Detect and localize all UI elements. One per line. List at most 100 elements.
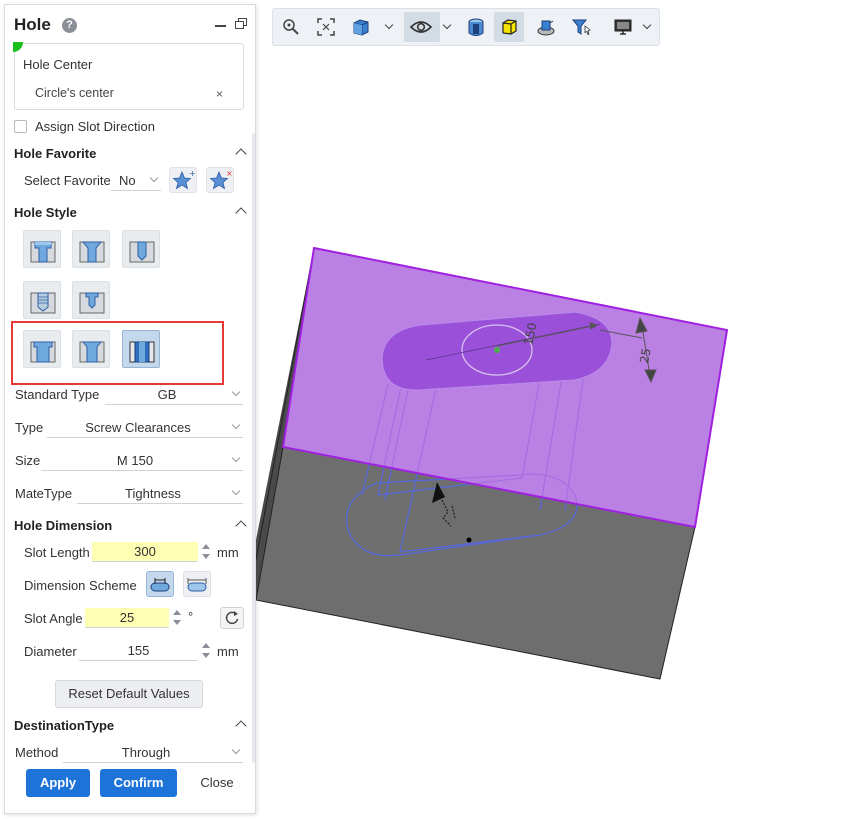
zoom-button[interactable]	[276, 12, 306, 42]
selection-filter-button[interactable]	[566, 12, 596, 42]
countersink-hole-icon	[79, 241, 105, 263]
remove-selection-icon[interactable]: ×	[216, 87, 223, 101]
scheme-center-to-center-button[interactable]	[146, 571, 174, 597]
input-value: 25	[119, 610, 135, 625]
collapse-chevron-icon[interactable]	[235, 148, 247, 160]
slot-length-label: Slot Length	[24, 545, 90, 560]
collapse-chevron-icon[interactable]	[235, 520, 247, 532]
style-slot-counterbore-button[interactable]	[23, 330, 61, 368]
chevron-down-icon	[231, 453, 241, 463]
panel-scrollbar[interactable]	[252, 133, 255, 763]
input-value: 155	[127, 643, 150, 658]
style-simple-hole-button[interactable]	[122, 230, 160, 268]
style-slot-countersink-button[interactable]	[72, 330, 110, 368]
hole-feature-panel: Hole ? Hole Center Circle's center × Ass…	[4, 4, 256, 814]
hole-display-icon	[468, 18, 484, 36]
input-value: 300	[134, 544, 156, 559]
fit-view-button[interactable]	[311, 12, 341, 42]
visibility-eye-icon	[409, 21, 433, 33]
simple-hole-icon	[129, 241, 155, 263]
section-hole-style[interactable]: Hole Style	[14, 203, 249, 223]
diameter-label: Diameter	[24, 644, 77, 659]
view-cube-dropdown-icon[interactable]	[384, 20, 394, 30]
restore-window-icon[interactable]	[235, 18, 248, 30]
standard-type-label: Standard Type	[15, 387, 100, 402]
slot-countersink-icon	[79, 341, 105, 363]
style-countersink-button[interactable]	[72, 230, 110, 268]
slot-angle-stepper[interactable]	[172, 608, 182, 628]
style-slot-simple-button[interactable]	[122, 330, 160, 368]
reverse-angle-button[interactable]	[220, 607, 244, 629]
slot-counterbore-icon	[30, 341, 56, 363]
type-dropdown[interactable]: Screw Clearances	[47, 418, 243, 438]
display-monitor-icon	[614, 19, 632, 35]
svg-text:×: ×	[226, 169, 233, 178]
diameter-input[interactable]: 155	[79, 641, 198, 661]
scheme-overall-length-button[interactable]	[183, 571, 211, 597]
chevron-down-icon	[231, 745, 241, 755]
chevron-down-icon	[149, 173, 159, 183]
mate-type-dropdown[interactable]: Tightness	[77, 484, 243, 504]
face-highlight-icon	[502, 19, 517, 35]
visibility-dropdown-icon[interactable]	[442, 20, 452, 30]
assign-slot-direction-checkbox[interactable]	[14, 120, 27, 133]
slot-angle-input[interactable]: 25	[85, 608, 169, 628]
render-mode-icon	[537, 20, 555, 36]
hole-center-selection-box[interactable]: Hole Center Circle's center ×	[13, 42, 244, 110]
slot-simple-icon	[129, 341, 155, 363]
method-dropdown[interactable]: Through	[63, 743, 243, 763]
slot-length-stepper[interactable]	[201, 542, 211, 562]
slot-angle-unit: °	[188, 609, 194, 624]
hole-display-button[interactable]	[461, 12, 491, 42]
style-counterbore-button[interactable]	[23, 230, 61, 268]
section-destination-type[interactable]: DestinationType	[14, 716, 249, 736]
diameter-unit: mm	[217, 644, 239, 659]
select-favorite-label: Select Favorite	[24, 173, 111, 188]
display-settings-button[interactable]	[608, 12, 638, 42]
face-highlight-button[interactable]	[494, 12, 524, 42]
section-hole-favorite[interactable]: Hole Favorite	[14, 144, 249, 164]
standard-type-dropdown[interactable]: GB	[105, 385, 243, 405]
chevron-down-icon	[231, 486, 241, 496]
3d-viewport[interactable]: 150 25	[256, 50, 847, 819]
display-dropdown-icon[interactable]	[642, 20, 652, 30]
render-mode-button[interactable]	[531, 12, 561, 42]
assign-slot-direction-label: Assign Slot Direction	[35, 119, 155, 134]
add-favorite-button[interactable]: +	[169, 167, 197, 193]
collapse-chevron-icon[interactable]	[235, 207, 247, 219]
dropdown-value: Through	[121, 745, 171, 760]
slot-length-input[interactable]: 300	[92, 542, 198, 562]
section-title: Hole Favorite	[14, 146, 97, 161]
method-label: Method	[15, 745, 59, 760]
mate-type-label: MateType	[15, 486, 73, 501]
remove-favorite-button[interactable]: ×	[206, 167, 234, 193]
apply-button[interactable]: Apply	[26, 769, 90, 797]
style-pipe-tap-button[interactable]	[72, 281, 110, 319]
section-hole-dimension[interactable]: Hole Dimension	[14, 516, 249, 536]
size-dropdown[interactable]: M 150	[41, 451, 243, 471]
close-button[interactable]: Close	[191, 769, 243, 797]
section-title: Hole Style	[14, 205, 77, 220]
reset-default-values-button[interactable]: Reset Default Values	[55, 680, 203, 708]
selected-entity[interactable]: Circle's center	[35, 86, 114, 100]
hole-center-label: Hole Center	[23, 57, 93, 72]
slot-center-point	[494, 347, 500, 353]
type-label: Type	[15, 420, 44, 435]
view-cube-icon	[353, 19, 369, 36]
slot-center-distance-icon	[150, 578, 170, 592]
style-tapped-hole-button[interactable]	[23, 281, 61, 319]
counterbore-hole-icon	[30, 241, 56, 263]
panel-header: Hole ?	[14, 13, 252, 39]
visibility-button[interactable]	[404, 12, 440, 42]
select-favorite-dropdown[interactable]: No	[111, 171, 161, 191]
star-remove-icon: ×	[209, 169, 233, 190]
diameter-stepper[interactable]	[201, 641, 211, 661]
slot-length-unit: mm	[217, 545, 239, 560]
minimize-icon[interactable]	[215, 25, 226, 27]
slot-overall-length-icon	[187, 578, 207, 592]
view-cube-button[interactable]	[346, 12, 376, 42]
chevron-down-icon	[231, 387, 241, 397]
confirm-button[interactable]: Confirm	[100, 769, 177, 797]
collapse-chevron-icon[interactable]	[235, 720, 247, 732]
help-icon[interactable]: ?	[62, 18, 77, 33]
